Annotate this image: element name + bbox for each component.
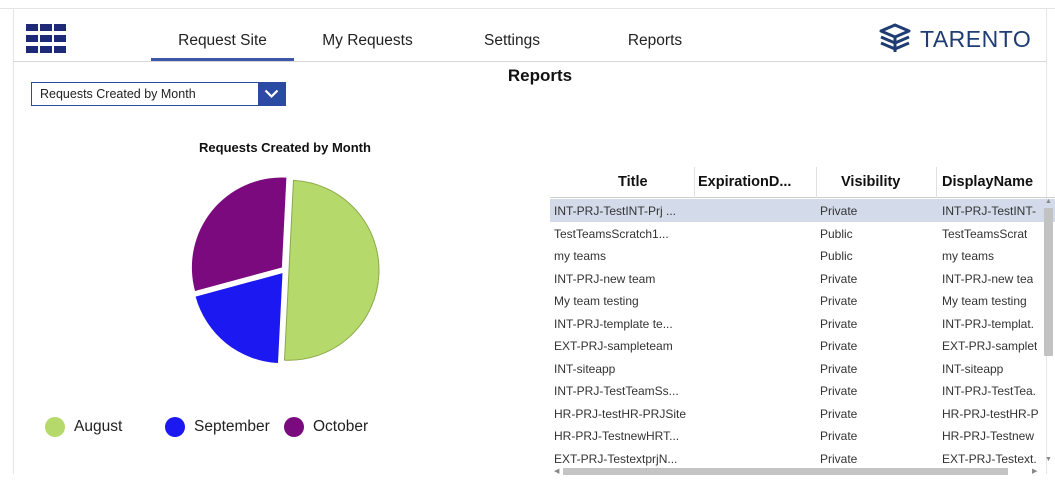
column-divider <box>816 167 817 198</box>
vertical-scrollbar-thumb[interactable] <box>1044 208 1053 356</box>
scroll-right-arrow[interactable]: ▶ <box>1032 467 1037 475</box>
cell-displayname: INT-siteapp <box>942 361 1004 376</box>
nav-divider <box>13 61 1047 62</box>
top-border <box>0 8 1055 9</box>
cell-title: INT-PRJ-TestINT-Prj ... <box>554 204 677 218</box>
app-launcher-icon[interactable] <box>26 24 66 54</box>
report-type-dropdown[interactable]: Requests Created by Month <box>31 82 286 106</box>
cell-title: INT-PRJ-new team <box>554 271 656 286</box>
table-row[interactable]: HR-PRJ-TestnewHRT... Private HR-PRJ-Testne… <box>550 424 1055 447</box>
legend-label: October <box>313 418 369 435</box>
tab-reports[interactable]: Reports <box>605 32 705 52</box>
legend-swatch <box>45 417 65 437</box>
cell-displayname: My team testing <box>942 294 1027 308</box>
cell-title: EXT-PRJ-TestextprjN... <box>554 451 678 466</box>
cell-visibility: Private <box>820 316 858 331</box>
table-row[interactable]: EXT-PRJ-TestextprjN... Private EXT-PRJ-Tes… <box>550 447 1055 468</box>
cell-title: INT-PRJ-template te... <box>554 316 673 331</box>
scroll-left-arrow[interactable]: ◀ <box>554 467 559 475</box>
cell-displayname: my teams <box>942 249 995 263</box>
cell-visibility: Public <box>820 249 853 263</box>
table-header: Title ExpirationD... Visibility DisplayN… <box>550 167 1055 198</box>
cell-visibility: Public <box>820 226 853 241</box>
table-row[interactable]: HR-PRJ-testHR-PRJSite Private HR-PRJ-testH… <box>550 402 1055 425</box>
cell-displayname: HR-PRJ-testHR-P <box>942 406 1039 421</box>
table-row[interactable]: INT-PRJ-template te... Private INT-PRJ-tem… <box>550 312 1055 335</box>
table-row[interactable]: INT-PRJ-TestINT-Prj ... Private INT-PRJ-Te… <box>550 199 1055 222</box>
column-header-expiration[interactable]: ExpirationD... <box>698 174 791 190</box>
cell-displayname: INT-PRJ-TestTea. <box>942 384 1037 398</box>
cell-title: INT-PRJ-TestTeamSs... <box>554 384 679 398</box>
cell-title: TestTeamsScratch1... <box>554 226 669 241</box>
legend-label: September <box>194 418 270 435</box>
requests-table: Title ExpirationD... Visibility DisplayN… <box>550 167 1055 467</box>
tarento-logo-icon <box>879 23 911 52</box>
cell-visibility: Private <box>820 294 858 308</box>
table-row[interactable]: my teams Public my teams <box>550 244 1055 267</box>
page-title: Reports <box>507 66 573 85</box>
cell-title: my teams <box>554 249 607 263</box>
tab-settings[interactable]: Settings <box>462 32 562 52</box>
pie-chart <box>191 177 380 364</box>
column-divider <box>694 167 695 198</box>
table-row[interactable]: INT-PRJ-new team Private INT-PRJ-new tea <box>550 267 1055 290</box>
column-header-visibility[interactable]: Visibility <box>841 174 900 190</box>
pie-slice-august <box>283 179 380 361</box>
chevron-down-icon <box>264 89 279 99</box>
legend-item-august: August <box>45 417 122 437</box>
horizontal-scrollbar-thumb[interactable] <box>563 468 1008 475</box>
dropdown-toggle-button[interactable] <box>258 83 285 105</box>
cell-title: HR-PRJ-TestnewHRT... <box>554 429 680 443</box>
tab-request-site[interactable]: Request Site <box>151 32 294 52</box>
cell-visibility: Private <box>820 271 858 286</box>
cell-title: My team testing <box>554 294 639 308</box>
cell-displayname: EXT-PRJ-samplet <box>942 339 1038 353</box>
scroll-up-arrow[interactable]: ▲ <box>1045 198 1052 205</box>
cell-displayname: INT-PRJ-new tea <box>942 271 1034 286</box>
table-row[interactable]: INT-siteapp Private INT-siteapp <box>550 357 1055 380</box>
cell-visibility: Private <box>820 406 858 421</box>
cell-visibility: Private <box>820 429 858 443</box>
legend-swatch <box>284 417 304 437</box>
cell-title: EXT-PRJ-sampleteam <box>554 339 673 353</box>
cell-displayname: INT-PRJ-templat. <box>942 316 1035 331</box>
cell-displayname: HR-PRJ-Testnew <box>942 429 1035 443</box>
chart-title: Requests Created by Month <box>199 140 371 155</box>
table-row[interactable]: TestTeamsScratch1... Public TestTeamsScrat <box>550 222 1055 245</box>
cell-displayname: TestTeamsScrat <box>942 226 1028 241</box>
brand-logo: TARENTO <box>876 23 1046 55</box>
cell-title: HR-PRJ-testHR-PRJSite <box>554 406 687 421</box>
table-row[interactable]: EXT-PRJ-sampleteam Private EXT-PRJ-samplet <box>550 334 1055 357</box>
cell-displayname: INT-PRJ-TestINT- <box>942 204 1037 218</box>
cell-visibility: Private <box>820 361 858 376</box>
column-header-title[interactable]: Title <box>618 174 648 190</box>
column-divider <box>936 167 937 198</box>
pie-slice-october <box>191 177 287 291</box>
legend-item-september: September <box>165 417 270 437</box>
cell-visibility: Private <box>820 204 858 218</box>
cell-visibility: Private <box>820 339 858 353</box>
frame-left-border <box>13 8 14 474</box>
column-header-displayname[interactable]: DisplayName <box>942 174 1033 190</box>
table-row[interactable]: My team testing Private My team testing <box>550 289 1055 312</box>
scroll-down-arrow[interactable]: ▼ <box>1045 456 1052 463</box>
tab-my-requests[interactable]: My Requests <box>300 32 435 52</box>
cell-visibility: Private <box>820 384 858 398</box>
dropdown-selected-value: Requests Created by Month <box>40 87 196 101</box>
cell-visibility: Private <box>820 451 858 466</box>
cell-title: INT-siteapp <box>554 361 616 376</box>
table-row[interactable]: INT-PRJ-TestTeamSs... Private INT-PRJ-Test… <box>550 379 1055 402</box>
legend-label: August <box>74 418 123 435</box>
legend-swatch <box>165 417 185 437</box>
legend-item-october: October <box>284 417 368 437</box>
brand-name: TARENTO <box>920 25 1032 52</box>
cell-displayname: EXT-PRJ-Testext. <box>942 451 1037 466</box>
